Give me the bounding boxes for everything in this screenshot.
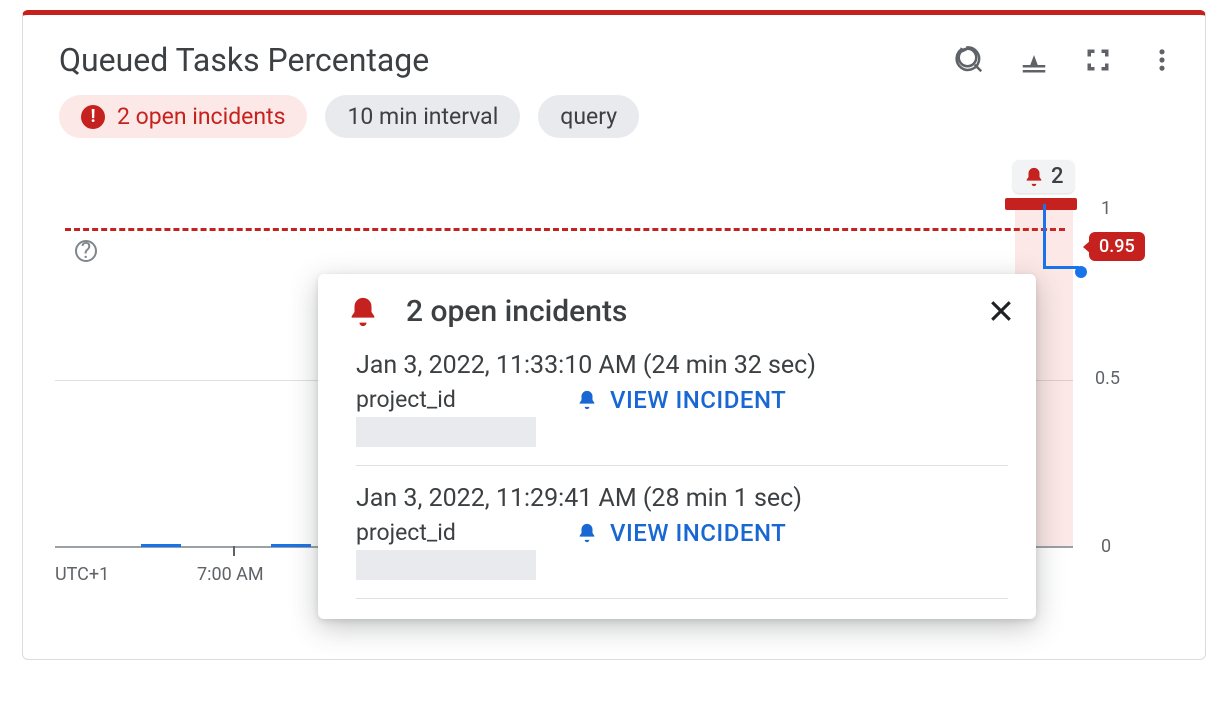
incident-meta-label: project_id — [356, 519, 536, 546]
redacted-value — [356, 417, 536, 447]
y-tick-1: 1 — [1101, 198, 1111, 219]
view-incident-label: VIEW INCIDENT — [610, 386, 786, 414]
alert-count: 2 — [1051, 164, 1064, 189]
card-title: Queued Tasks Percentage — [59, 41, 955, 79]
series-segment — [271, 544, 311, 547]
incident-meta-label: project_id — [356, 386, 536, 413]
view-incident-label: VIEW INCIDENT — [610, 519, 786, 547]
incident-time: Jan 3, 2022, 11:29:41 AM (28 min 1 sec) — [356, 484, 1008, 513]
help-icon[interactable]: ? — [75, 240, 97, 262]
series-segment — [141, 544, 181, 547]
chip-incidents[interactable]: ! 2 open incidents — [59, 95, 307, 138]
bell-icon — [576, 389, 598, 411]
x-tick-mark — [233, 546, 235, 556]
legend-toggle-icon[interactable] — [1019, 45, 1049, 75]
chip-metric[interactable]: query — [538, 95, 639, 138]
current-value-tag: 0.95 — [1089, 232, 1145, 261]
x-tz: UTC+1 — [55, 564, 109, 585]
popup-title: 2 open incidents — [406, 294, 1008, 329]
series-step — [1043, 204, 1046, 266]
more-icon[interactable] — [1147, 45, 1177, 75]
chip-incidents-label: 2 open incidents — [117, 103, 285, 130]
current-point — [1075, 266, 1087, 278]
card-header: Queued Tasks Percentage — [23, 15, 1205, 89]
x-tick-7am: 7:00 AM — [197, 564, 264, 585]
alert-count-badge[interactable]: 2 — [1013, 160, 1074, 193]
card-toolbar — [955, 45, 1177, 75]
series-step — [1043, 266, 1079, 269]
chip-interval[interactable]: 10 min interval — [325, 95, 520, 138]
view-incident-link[interactable]: VIEW INCIDENT — [576, 386, 786, 414]
incident-bar — [1005, 198, 1077, 210]
bell-icon — [1023, 166, 1045, 188]
view-incident-link[interactable]: VIEW INCIDENT — [576, 519, 786, 547]
alert-icon: ! — [81, 105, 105, 129]
threshold-line — [65, 228, 1065, 231]
incidents-popup: 2 open incidents Jan 3, 2022, 11:33:10 A… — [318, 274, 1036, 619]
fullscreen-icon[interactable] — [1083, 45, 1113, 75]
popup-header: 2 open incidents — [346, 294, 1008, 329]
value-tag-arrow — [1083, 240, 1091, 254]
bell-icon — [576, 522, 598, 544]
incident-item: Jan 3, 2022, 11:29:41 AM (28 min 1 sec) … — [356, 478, 1008, 599]
incident-item: Jan 3, 2022, 11:33:10 AM (24 min 32 sec)… — [356, 345, 1008, 466]
close-icon[interactable] — [986, 296, 1016, 333]
y-tick-05: 0.5 — [1095, 368, 1120, 389]
refresh-icon[interactable] — [955, 45, 985, 75]
bell-icon — [346, 295, 380, 329]
incident-time: Jan 3, 2022, 11:33:10 AM (24 min 32 sec) — [356, 351, 1008, 380]
y-tick-0: 0 — [1101, 536, 1111, 557]
chip-row: ! 2 open incidents 10 min interval query — [23, 89, 1205, 148]
redacted-value — [356, 550, 536, 580]
